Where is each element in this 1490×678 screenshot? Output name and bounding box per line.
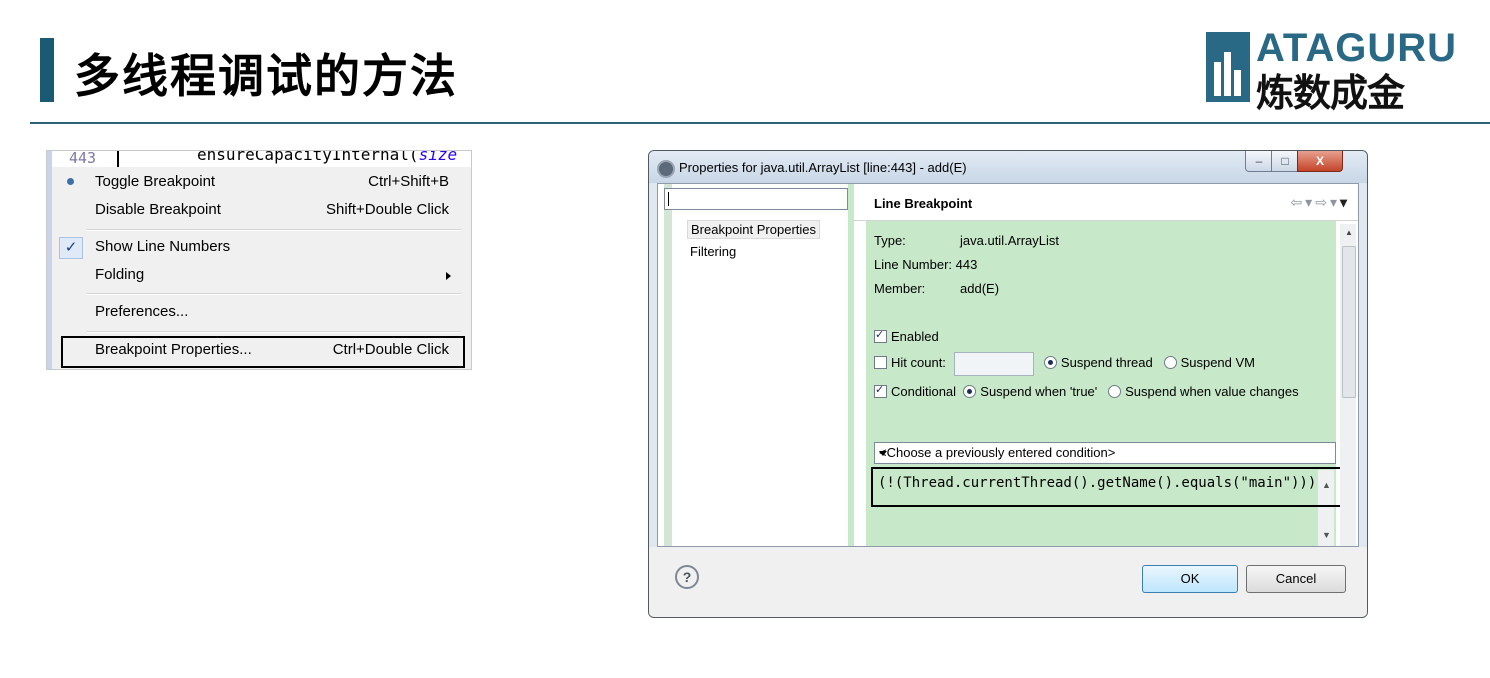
scroll-down-icon: ▼ (1322, 530, 1331, 540)
history-nav-icons[interactable]: ⇦▾⇨▾▾ (1290, 194, 1350, 211)
dialog-body: Breakpoint Properties Filtering Line Bre… (657, 183, 1359, 547)
menu-item-show-line-numbers[interactable]: ✓ Show Line Numbers (55, 234, 463, 260)
logo-mark-icon (1206, 32, 1250, 102)
hit-count-checkbox[interactable]: Hit count: (874, 355, 946, 370)
suspend-thread-radio[interactable]: Suspend thread (1043, 355, 1153, 370)
highlight-annotation-box (61, 336, 465, 368)
suspend-when-changes-radio[interactable]: Suspend when value changes (1108, 384, 1299, 399)
dialog-titlebar[interactable]: Properties for java.util.ArrayList [line… (649, 151, 1367, 183)
scrollbar-thumb[interactable] (1342, 246, 1356, 398)
menu-separator (87, 331, 461, 333)
app-icon (657, 160, 675, 178)
member-row: Member: add(E) (874, 281, 1000, 296)
suspend-when-true-radio[interactable]: Suspend when 'true' (963, 384, 1097, 399)
property-nav-tree: Breakpoint Properties Filtering (664, 184, 860, 546)
property-page: Line Breakpoint ⇦▾⇨▾▾ Type: java.util.Arr… (854, 184, 1358, 546)
conditional-row: Conditional Suspend when 'true' Suspend … (874, 383, 1299, 399)
breakpoint-properties-dialog: Properties for java.util.ArrayList [line… (648, 150, 1368, 618)
ataguru-logo: ATAGURU 炼数成金 (1206, 26, 1490, 115)
scroll-up-icon: ▲ (1345, 228, 1353, 237)
page-header: Line Breakpoint ⇦▾⇨▾▾ (854, 184, 1358, 221)
conditional-checkbox[interactable]: Conditional (874, 383, 956, 399)
slide-title: 多线程调试的方法 (74, 49, 458, 103)
help-icon[interactable]: ? (675, 565, 699, 589)
ok-button[interactable]: OK (1142, 565, 1238, 593)
title-accent-bar (40, 38, 54, 102)
page-content: Type: java.util.ArrayList Line Number: 44… (866, 221, 1349, 546)
dialog-footer: ? OK Cancel (649, 547, 1367, 617)
line-number: 443 (69, 151, 97, 167)
menu-separator (87, 229, 461, 231)
maximize-button[interactable]: □ (1271, 151, 1299, 172)
nav-item-breakpoint-properties[interactable]: Breakpoint Properties (687, 220, 821, 239)
minimize-button[interactable]: – (1245, 151, 1273, 172)
close-button[interactable]: X (1297, 151, 1343, 172)
condition-history-dropdown[interactable]: <Choose a previously entered condition> (874, 442, 1336, 464)
checkbox-icon (874, 328, 887, 343)
code-text: ensureCapacityInternal(size (197, 151, 458, 164)
suspend-vm-radio[interactable]: Suspend VM (1163, 355, 1255, 370)
hit-count-row: Hit count: Suspend thread Suspend VM (874, 352, 1255, 376)
hit-count-input[interactable] (953, 352, 1034, 376)
page-scrollbar[interactable]: ▲ (1340, 224, 1356, 546)
nav-filter-input[interactable] (664, 188, 848, 210)
dialog-title: Properties for java.util.ArrayList [line… (679, 160, 967, 175)
header-divider (30, 122, 1490, 124)
type-row: Type: java.util.ArrayList (874, 233, 1059, 248)
menu-item-disable-breakpoint[interactable]: Disable Breakpoint Shift+Double Click (55, 197, 463, 223)
menu-item-folding[interactable]: Folding (55, 262, 463, 288)
checkmark-icon: ✓ (59, 237, 83, 259)
cancel-button[interactable]: Cancel (1246, 565, 1346, 593)
highlight-annotation-box (871, 467, 1349, 507)
page-heading: Line Breakpoint (874, 196, 973, 211)
ruler-context-menu: 443 ensureCapacityInternal(size Toggle B… (46, 150, 472, 370)
enabled-checkbox[interactable]: Enabled (874, 328, 939, 344)
chevron-down-icon (879, 451, 887, 456)
menu-separator (87, 293, 461, 295)
menu-item-toggle-breakpoint[interactable]: Toggle Breakpoint Ctrl+Shift+B (55, 169, 463, 195)
menu-item-preferences[interactable]: Preferences... (55, 299, 463, 325)
code-editor-line: 443 ensureCapacityInternal(size (47, 151, 471, 167)
editor-gutter (47, 151, 52, 369)
text-cursor (117, 151, 119, 167)
line-number-row: Line Number: 443 (874, 257, 978, 272)
submenu-arrow-icon (446, 272, 451, 280)
nav-item-filtering[interactable]: Filtering (690, 244, 736, 259)
logo-text-cn: 炼数成金 (1256, 71, 1405, 115)
breakpoint-dot-icon (59, 172, 81, 192)
